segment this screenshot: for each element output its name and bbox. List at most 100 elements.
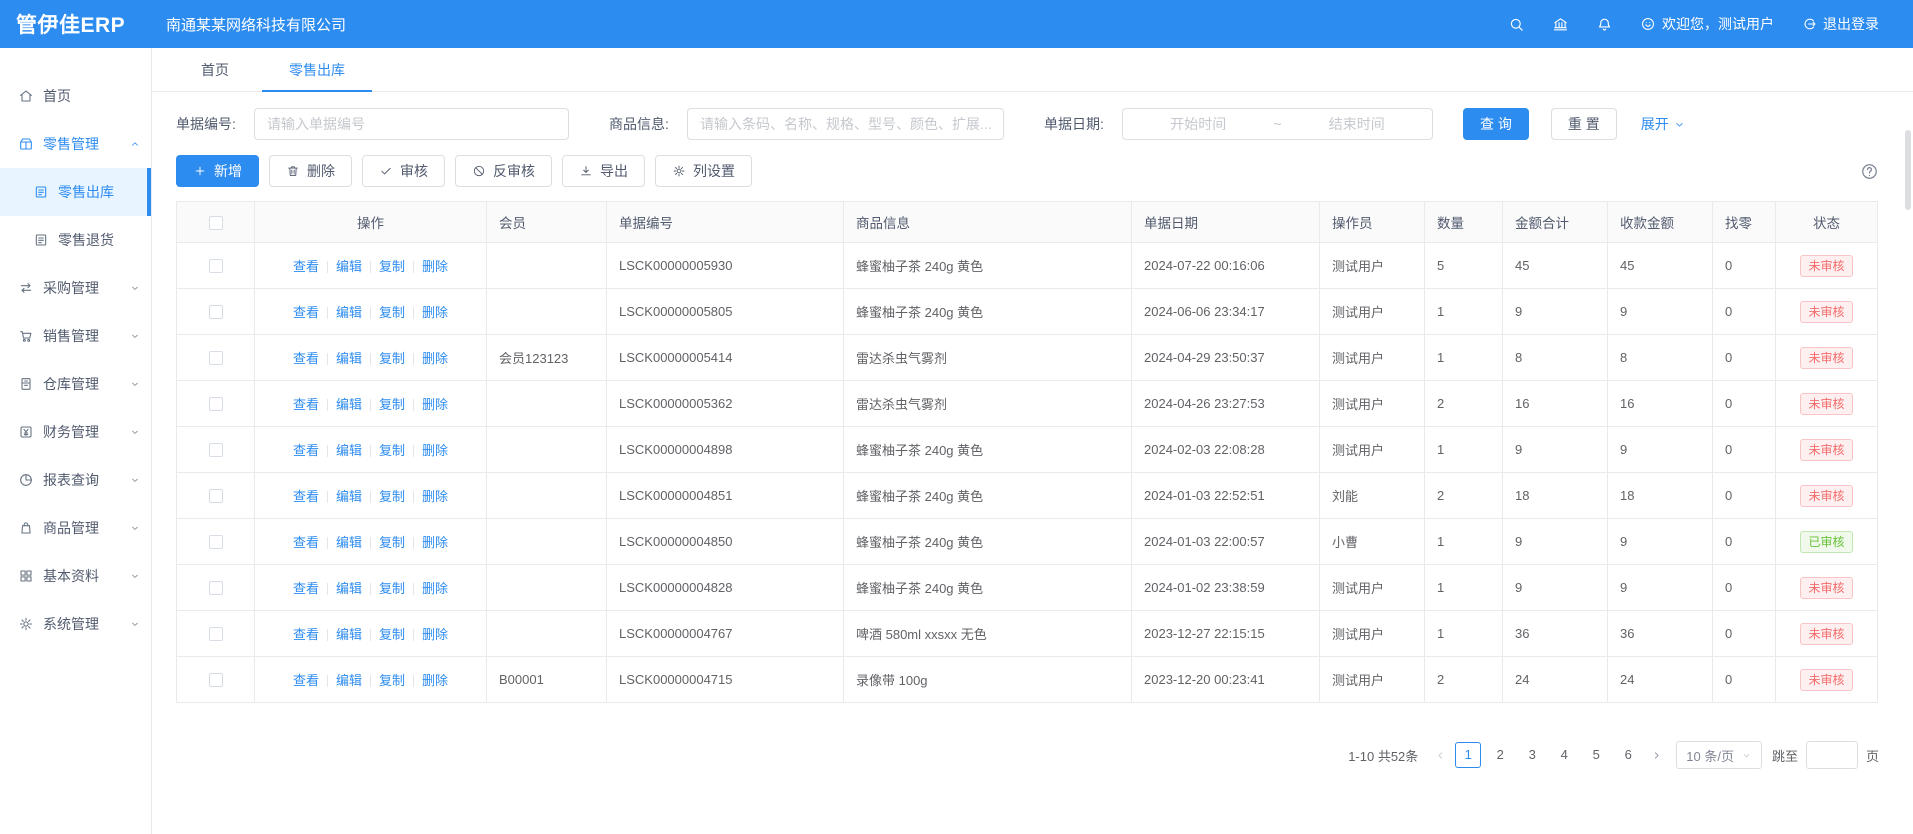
action-copy-link[interactable]: 复制	[379, 397, 405, 412]
sidebar-item-finance-manage[interactable]: 财务管理	[0, 408, 151, 456]
action-view-link[interactable]: 查看	[293, 673, 319, 688]
bill-no-input[interactable]	[254, 108, 569, 140]
add-button[interactable]: 新增	[176, 155, 259, 187]
row-checkbox[interactable]	[209, 673, 223, 687]
action-delete-link[interactable]: 删除	[422, 305, 448, 320]
sidebar-item-report-query[interactable]: 报表查询	[0, 456, 151, 504]
sidebar-item-sales-manage[interactable]: 销售管理	[0, 312, 151, 360]
action-delete-link[interactable]: 删除	[422, 259, 448, 274]
page-3[interactable]: 3	[1519, 742, 1545, 768]
sidebar-item-basic-data[interactable]: 基本资料	[0, 552, 151, 600]
row-checkbox[interactable]	[209, 535, 223, 549]
action-view-link[interactable]: 查看	[293, 351, 319, 366]
action-copy-link[interactable]: 复制	[379, 351, 405, 366]
page-1[interactable]: 1	[1455, 742, 1481, 768]
sidebar-item-system-manage[interactable]: 系统管理	[0, 600, 151, 648]
bell-icon[interactable]	[1596, 16, 1613, 33]
action-divider	[413, 261, 414, 273]
jump-page-input[interactable]	[1806, 741, 1858, 769]
sidebar-item-home[interactable]: 首页	[0, 72, 151, 120]
action-delete-link[interactable]: 删除	[422, 627, 448, 642]
action-copy-link[interactable]: 复制	[379, 443, 405, 458]
row-checkbox[interactable]	[209, 351, 223, 365]
search-icon[interactable]	[1508, 16, 1525, 33]
page-5[interactable]: 5	[1583, 742, 1609, 768]
unaudit-button[interactable]: 反审核	[455, 155, 552, 187]
next-page-button[interactable]	[1644, 742, 1668, 768]
row-checkbox[interactable]	[209, 627, 223, 641]
date-range-input[interactable]: 开始时间 ~ 结束时间	[1122, 108, 1433, 140]
action-copy-link[interactable]: 复制	[379, 627, 405, 642]
tab-retail-outbound[interactable]: 零售出库	[262, 48, 372, 91]
action-copy-link[interactable]: 复制	[379, 489, 405, 504]
bank-icon[interactable]	[1552, 16, 1569, 33]
page-scrollbar[interactable]	[1905, 130, 1911, 210]
cell-status: 未审核	[1776, 427, 1878, 473]
action-edit-link[interactable]: 编辑	[336, 581, 362, 596]
action-edit-link[interactable]: 编辑	[336, 397, 362, 412]
action-edit-link[interactable]: 编辑	[336, 627, 362, 642]
page-2[interactable]: 2	[1487, 742, 1513, 768]
help-icon[interactable]	[1860, 162, 1879, 181]
action-edit-link[interactable]: 编辑	[336, 305, 362, 320]
export-button[interactable]: 导出	[562, 155, 645, 187]
action-copy-link[interactable]: 复制	[379, 535, 405, 550]
action-delete-link[interactable]: 删除	[422, 535, 448, 550]
row-checkbox[interactable]	[209, 397, 223, 411]
page-4[interactable]: 4	[1551, 742, 1577, 768]
sidebar-item-retail-outbound[interactable]: 零售出库	[0, 168, 151, 216]
sidebar-item-retail-return[interactable]: 零售退货	[0, 216, 151, 264]
action-delete-link[interactable]: 删除	[422, 673, 448, 688]
action-view-link[interactable]: 查看	[293, 535, 319, 550]
select-all-checkbox[interactable]	[209, 216, 223, 230]
action-edit-link[interactable]: 编辑	[336, 351, 362, 366]
row-checkbox[interactable]	[209, 581, 223, 595]
action-delete-link[interactable]: 删除	[422, 443, 448, 458]
reset-button[interactable]: 重 置	[1551, 108, 1617, 140]
expand-link[interactable]: 展开	[1641, 114, 1686, 134]
action-copy-link[interactable]: 复制	[379, 305, 405, 320]
page-6[interactable]: 6	[1615, 742, 1641, 768]
row-checkbox[interactable]	[209, 305, 223, 319]
action-view-link[interactable]: 查看	[293, 443, 319, 458]
column-settings-button[interactable]: 列设置	[655, 155, 752, 187]
search-button[interactable]: 查 询	[1463, 108, 1529, 140]
action-edit-link[interactable]: 编辑	[336, 535, 362, 550]
action-view-link[interactable]: 查看	[293, 259, 319, 274]
action-delete-link[interactable]: 删除	[422, 351, 448, 366]
action-edit-link[interactable]: 编辑	[336, 259, 362, 274]
sidebar-item-warehouse-manage[interactable]: 仓库管理	[0, 360, 151, 408]
action-view-link[interactable]: 查看	[293, 581, 319, 596]
row-checkbox[interactable]	[209, 489, 223, 503]
action-view-link[interactable]: 查看	[293, 489, 319, 504]
action-delete-link[interactable]: 删除	[422, 397, 448, 412]
action-view-link[interactable]: 查看	[293, 397, 319, 412]
action-view-link[interactable]: 查看	[293, 305, 319, 320]
action-copy-link[interactable]: 复制	[379, 581, 405, 596]
action-divider	[370, 583, 371, 595]
action-delete-link[interactable]: 删除	[422, 581, 448, 596]
sidebar-item-purchase-manage[interactable]: 采购管理	[0, 264, 151, 312]
action-edit-link[interactable]: 编辑	[336, 673, 362, 688]
welcome-user[interactable]: 欢迎您，测试用户	[1640, 14, 1774, 34]
logout-button[interactable]: 退出登录	[1801, 14, 1879, 34]
delete-button[interactable]: 删除	[269, 155, 352, 187]
tab-home[interactable]: 首页	[174, 48, 256, 91]
prev-page-button[interactable]	[1428, 742, 1452, 768]
sidebar-item-product-manage[interactable]: 商品管理	[0, 504, 151, 552]
action-divider	[370, 307, 371, 319]
action-view-link[interactable]: 查看	[293, 627, 319, 642]
product-info-input[interactable]	[687, 108, 1004, 140]
sidebar-item-retail-manage[interactable]: 零售管理	[0, 120, 151, 168]
action-edit-link[interactable]: 编辑	[336, 489, 362, 504]
action-copy-link[interactable]: 复制	[379, 673, 405, 688]
row-checkbox[interactable]	[209, 443, 223, 457]
audit-button[interactable]: 审核	[362, 155, 445, 187]
action-copy-link[interactable]: 复制	[379, 259, 405, 274]
action-delete-link[interactable]: 删除	[422, 489, 448, 504]
page-size-select[interactable]: 10 条/页	[1676, 741, 1762, 769]
action-edit-link[interactable]: 编辑	[336, 443, 362, 458]
row-checkbox[interactable]	[209, 259, 223, 273]
column-header: 找零	[1713, 202, 1776, 243]
action-divider	[370, 491, 371, 503]
